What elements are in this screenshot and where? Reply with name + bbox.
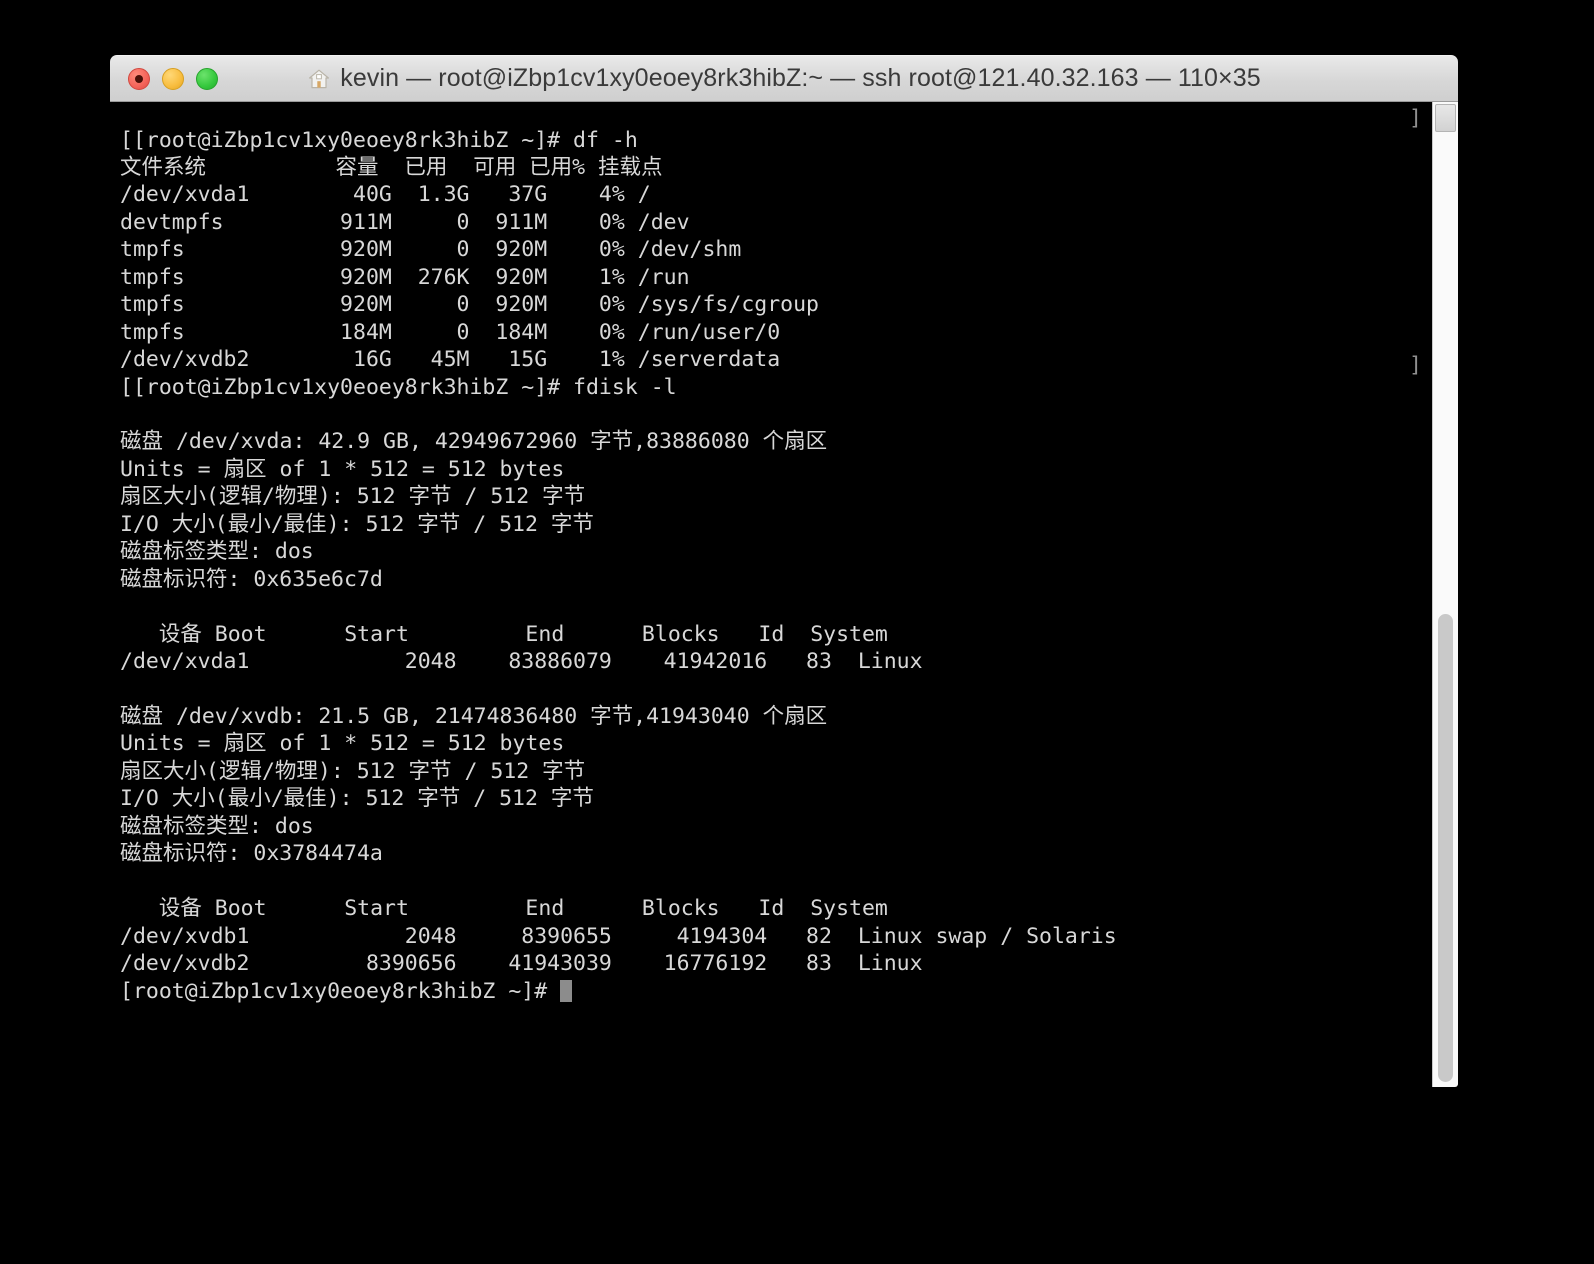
terminal-window: kevin — root@iZbp1cv1xy0eoey8rk3hibZ:~ —…	[110, 55, 1458, 1087]
home-icon	[307, 67, 331, 91]
screen: kevin — root@iZbp1cv1xy0eoey8rk3hibZ:~ —…	[0, 0, 1594, 1264]
block-cursor	[560, 979, 572, 1002]
scrollbar-thumb[interactable]	[1438, 614, 1453, 1082]
scrollbar-top-button[interactable]	[1435, 104, 1456, 132]
edge-marker-2: ]	[1409, 353, 1422, 378]
zoom-button[interactable]	[196, 67, 218, 90]
window-title-group: kevin — root@iZbp1cv1xy0eoey8rk3hibZ:~ —…	[110, 56, 1458, 101]
terminal-scrollbar[interactable]	[1432, 102, 1458, 1087]
terminal-body[interactable]: [[root@iZbp1cv1xy0eoey8rk3hibZ ~]# df -h…	[110, 102, 1458, 1087]
window-titlebar[interactable]: kevin — root@iZbp1cv1xy0eoey8rk3hibZ:~ —…	[110, 55, 1458, 102]
edge-marker-1: ]	[1409, 106, 1422, 131]
close-button[interactable]	[128, 67, 150, 90]
window-title: kevin — root@iZbp1cv1xy0eoey8rk3hibZ:~ —…	[340, 64, 1261, 92]
window-controls	[110, 67, 218, 90]
minimize-button[interactable]	[162, 67, 184, 90]
terminal-output[interactable]: [[root@iZbp1cv1xy0eoey8rk3hibZ ~]# df -h…	[120, 127, 1424, 1006]
